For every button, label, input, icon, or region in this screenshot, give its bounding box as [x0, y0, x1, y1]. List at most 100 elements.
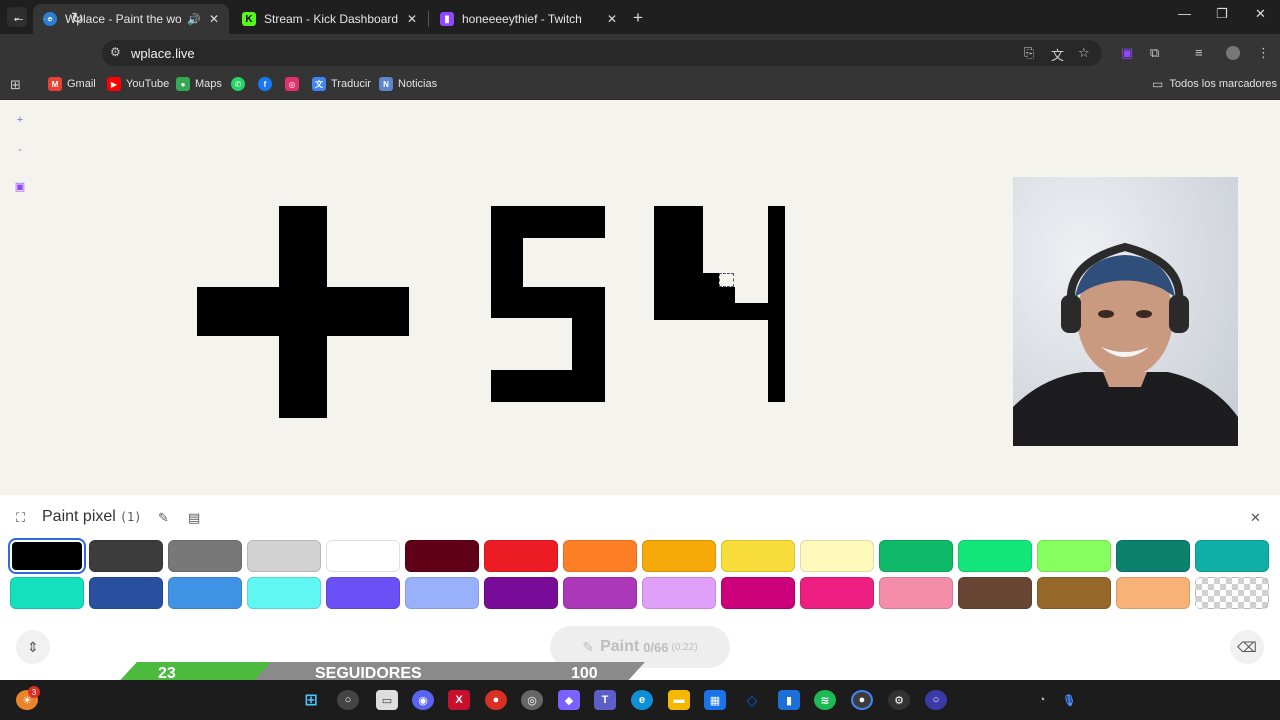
color-swatch[interactable]: [800, 540, 874, 572]
forward-icon[interactable]: →: [40, 9, 55, 26]
eraser-icon[interactable]: ⌫: [1230, 630, 1264, 664]
minimize-icon[interactable]: —: [1178, 6, 1191, 21]
transparent-swatch[interactable]: [1195, 577, 1269, 609]
reload-icon[interactable]: ↻: [71, 9, 84, 27]
color-swatch[interactable]: [484, 540, 558, 572]
color-swatch[interactable]: [1195, 540, 1269, 572]
color-swatch[interactable]: [10, 577, 84, 609]
image-icon[interactable]: ▤: [188, 510, 200, 526]
color-swatch[interactable]: [89, 577, 163, 609]
maximize-icon[interactable]: ❐: [1216, 6, 1228, 22]
chrome-icon[interactable]: ●: [851, 690, 873, 710]
color-swatch[interactable]: [326, 540, 400, 572]
zoom-out-button[interactable]: -: [11, 141, 29, 159]
bookmark-facebook[interactable]: f: [258, 77, 277, 91]
app-circle-icon[interactable]: ○: [925, 690, 947, 710]
copilot-icon[interactable]: ◆: [558, 690, 580, 710]
url-text[interactable]: wplace.live: [131, 46, 195, 61]
twitch-link-icon[interactable]: ▣: [11, 177, 29, 195]
color-swatch[interactable]: [89, 540, 163, 572]
speaker-icon[interactable]: 🔊: [187, 13, 201, 26]
start-icon[interactable]: ⊞: [300, 690, 322, 710]
color-swatch[interactable]: [958, 577, 1032, 609]
site-info-icon[interactable]: ⚙: [110, 45, 121, 59]
apps-grid-icon[interactable]: ⊞: [10, 77, 21, 93]
bookmark-noticias[interactable]: N Noticias: [379, 77, 437, 91]
install-app-icon[interactable]: ⎘: [1024, 45, 1034, 61]
x-app-icon[interactable]: X: [448, 690, 470, 710]
color-swatch[interactable]: [247, 540, 321, 572]
paint-progress: 0/66: [643, 639, 669, 655]
window-close-icon[interactable]: ✕: [1255, 6, 1266, 22]
bookmark-star-icon[interactable]: ☆: [1078, 45, 1090, 61]
zoom-in-button[interactable]: +: [11, 111, 29, 129]
color-swatch[interactable]: [563, 540, 637, 572]
tab-kick[interactable]: K Stream - Kick Dashboard ✕: [232, 4, 427, 34]
search-icon[interactable]: ○: [337, 690, 359, 710]
color-swatch[interactable]: [484, 577, 558, 609]
media-controls-icon[interactable]: ≡: [1195, 45, 1203, 60]
steam-icon[interactable]: ⚙: [888, 690, 910, 710]
close-tab-icon[interactable]: ✕: [209, 12, 219, 26]
teams-icon[interactable]: T: [594, 690, 616, 710]
color-swatch[interactable]: [1116, 540, 1190, 572]
spotify-icon[interactable]: ≋: [814, 690, 836, 710]
facebook-icon: f: [258, 77, 272, 91]
app-icon[interactable]: ●: [485, 690, 507, 710]
app-shield-icon[interactable]: ▮: [778, 690, 800, 710]
expand-collapse-icon[interactable]: ⇕: [16, 630, 50, 664]
color-swatch[interactable]: [1037, 577, 1111, 609]
color-swatch[interactable]: [1116, 577, 1190, 609]
close-tab-icon[interactable]: ✕: [607, 12, 617, 26]
color-swatch[interactable]: [721, 540, 795, 572]
color-swatch[interactable]: [326, 577, 400, 609]
bookmark-traducir[interactable]: 文 Traducir: [312, 77, 371, 91]
task-view-icon[interactable]: ▭: [376, 690, 398, 710]
bookmark-instagram[interactable]: ◎: [285, 77, 304, 91]
color-swatch[interactable]: [405, 540, 479, 572]
address-bar[interactable]: [102, 40, 1102, 66]
tray-app-icon[interactable]: ◔: [1031, 690, 1053, 710]
close-tab-icon[interactable]: ✕: [407, 12, 417, 26]
bookmark-gmail[interactable]: M Gmail: [48, 77, 96, 91]
new-tab-button[interactable]: +: [633, 8, 643, 28]
pencil-icon[interactable]: ✎: [158, 510, 169, 526]
file-explorer-icon[interactable]: ▬: [668, 690, 690, 710]
bookmark-youtube[interactable]: ▶ YouTube: [107, 77, 169, 91]
color-swatch[interactable]: [958, 540, 1032, 572]
tab-wplace[interactable]: ● Wplace - Paint the world 🔊 ✕: [33, 4, 229, 34]
tab-twitch[interactable]: ▮ honeeeeythief - Twitch ✕: [430, 4, 627, 34]
color-swatch[interactable]: [1037, 540, 1111, 572]
color-swatch[interactable]: [721, 577, 795, 609]
color-swatch[interactable]: [642, 540, 716, 572]
fullscreen-icon[interactable]: ⛶: [16, 510, 25, 526]
color-swatch[interactable]: [405, 577, 479, 609]
extension-twitch-icon[interactable]: ▣: [1121, 45, 1133, 61]
extensions-icon[interactable]: ⧉: [1150, 45, 1159, 61]
bookmark-maps[interactable]: ● Maps: [176, 77, 222, 91]
all-bookmarks[interactable]: ▭ Todos los marcadores: [1152, 77, 1277, 91]
translate-icon[interactable]: 文: [1051, 45, 1064, 64]
color-swatch[interactable]: [879, 540, 953, 572]
color-swatch[interactable]: [168, 577, 242, 609]
bookmark-whatsapp[interactable]: ✆: [231, 77, 250, 91]
color-swatch[interactable]: [8, 538, 86, 574]
obs-icon[interactable]: ◎: [521, 690, 543, 710]
paint-timer: (0:22): [671, 641, 698, 653]
back-icon[interactable]: ←: [11, 9, 26, 26]
store-icon[interactable]: ▦: [704, 690, 726, 710]
color-swatch[interactable]: [642, 577, 716, 609]
color-swatch[interactable]: [247, 577, 321, 609]
discord-icon[interactable]: ◉: [412, 690, 434, 710]
color-swatch[interactable]: [800, 577, 874, 609]
close-panel-icon[interactable]: ✕: [1250, 510, 1261, 526]
edge-icon[interactable]: e: [631, 690, 653, 710]
maps-icon: ●: [176, 77, 190, 91]
color-swatch[interactable]: [879, 577, 953, 609]
menu-icon[interactable]: ⋮: [1257, 45, 1270, 61]
color-swatch[interactable]: [168, 540, 242, 572]
color-swatch[interactable]: [563, 577, 637, 609]
dropbox-icon[interactable]: ◇: [741, 690, 763, 710]
profile-avatar[interactable]: [1226, 46, 1240, 60]
microphone-icon[interactable]: 🎙: [1058, 690, 1080, 710]
